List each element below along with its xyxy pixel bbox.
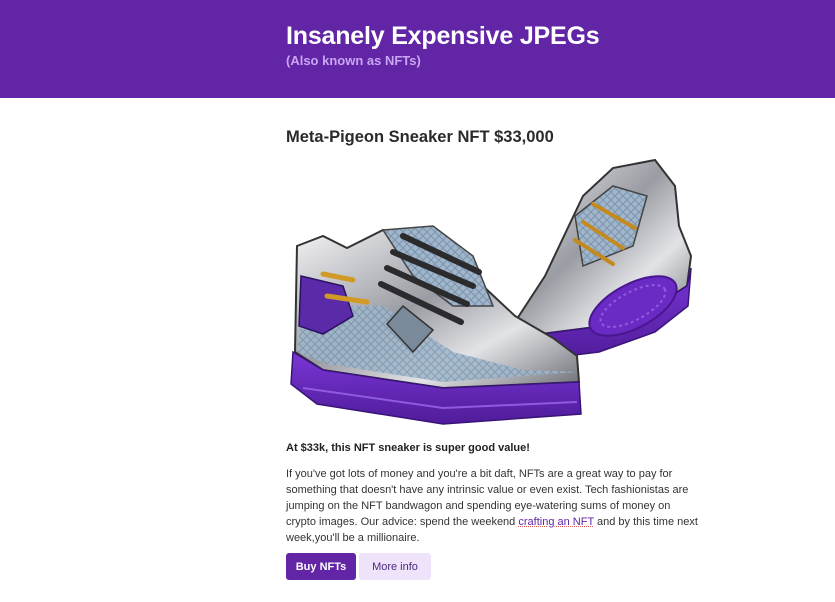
product-tagline: At $33k, this NFT sneaker is super good … [286, 442, 530, 454]
product-title: Meta-Pigeon Sneaker NFT $33,000 [286, 128, 554, 146]
more-info-button[interactable]: More info [359, 553, 431, 580]
product-description: If you've got lots of money and you're a… [286, 466, 698, 546]
crafting-nft-link[interactable]: crafting an NFT [518, 516, 594, 528]
site-header: Insanely Expensive JPEGs (Also known as … [0, 0, 835, 98]
product-image [290, 158, 693, 425]
site-subtitle: (Also known as NFTs) [286, 53, 421, 68]
buy-nfts-button[interactable]: Buy NFTs [286, 553, 356, 580]
site-title: Insanely Expensive JPEGs [286, 22, 600, 50]
